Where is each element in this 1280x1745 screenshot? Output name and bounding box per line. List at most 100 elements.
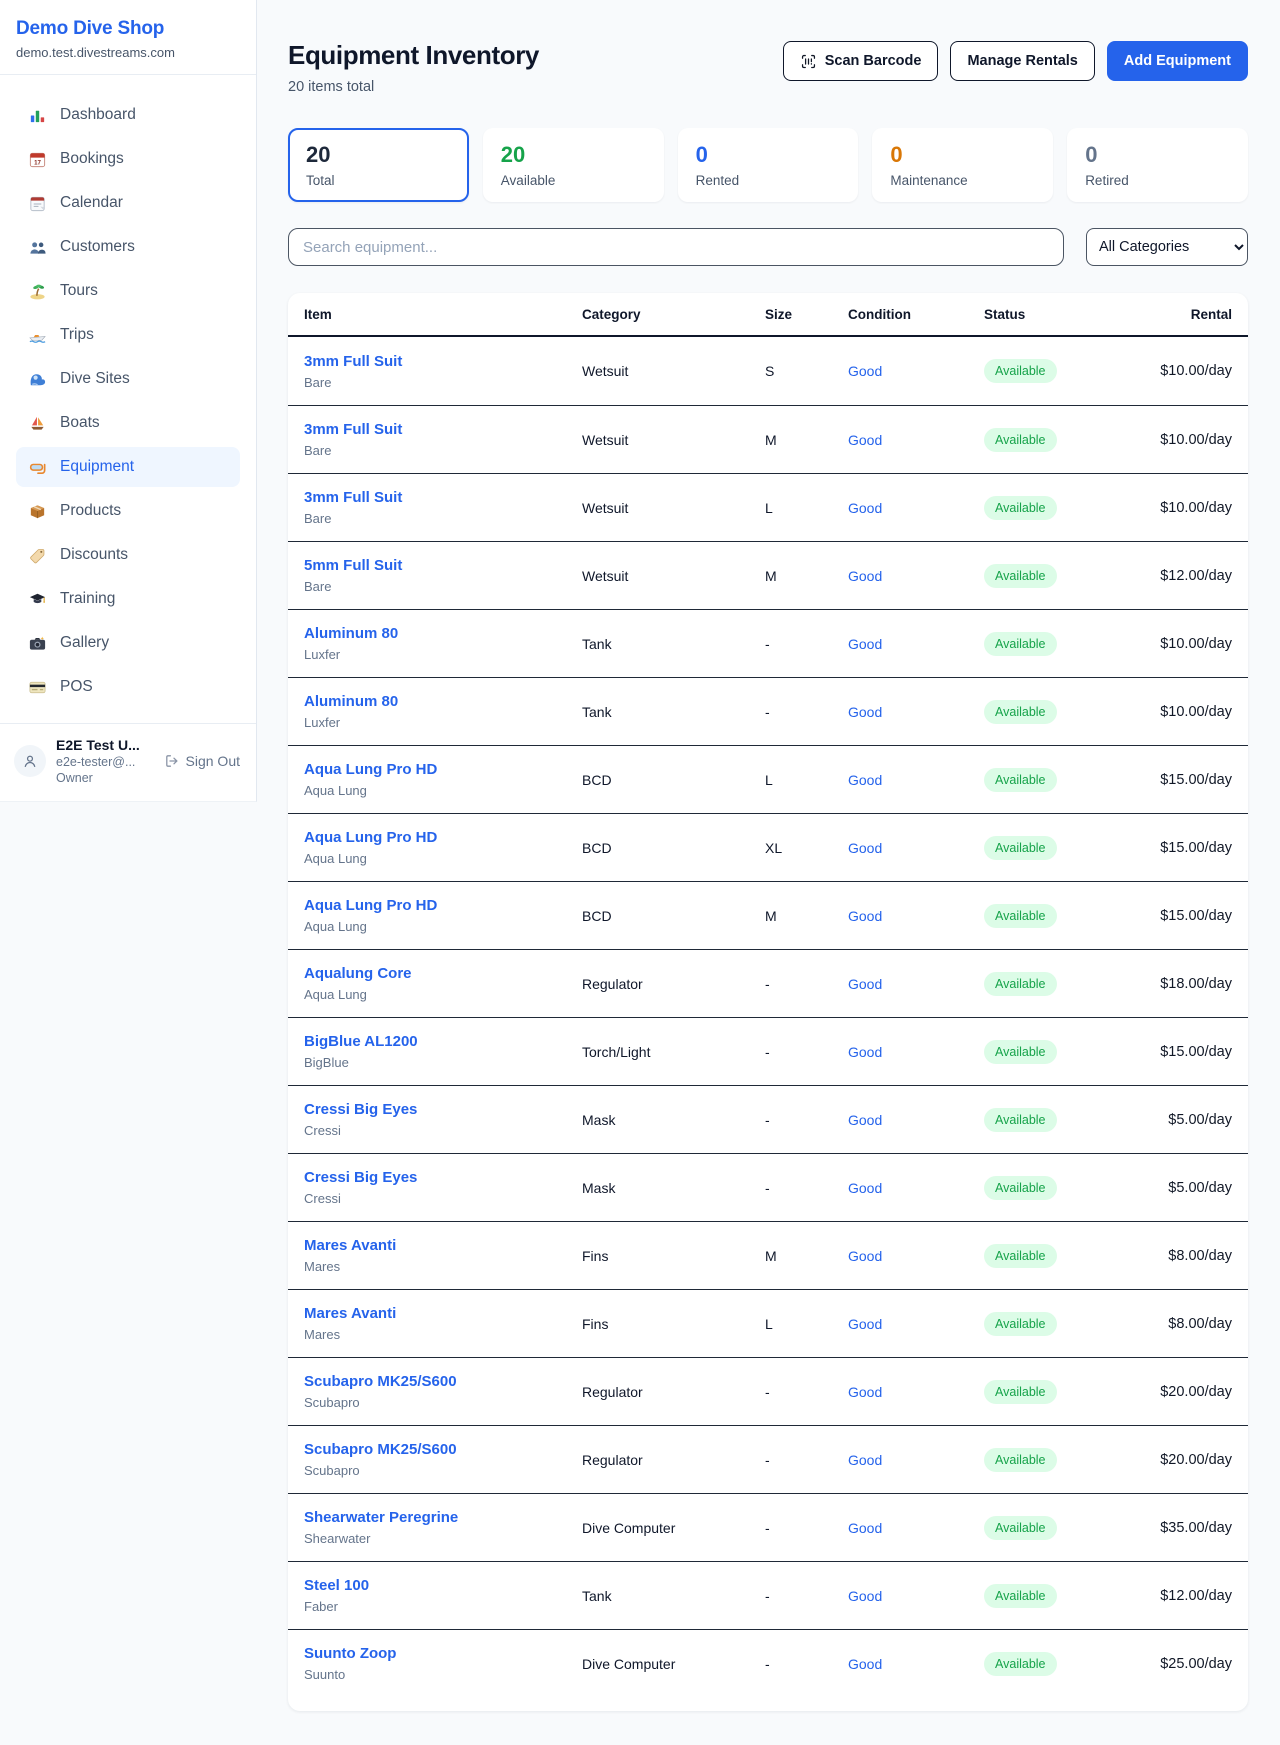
item-name-link[interactable]: Steel 100 — [304, 1577, 369, 1594]
sidebar-header: Demo Dive Shop demo.test.divestreams.com — [0, 0, 256, 75]
table-row: Aluminum 80 Luxfer Tank - Good Available… — [288, 609, 1248, 677]
item-brand: Mares — [304, 1327, 582, 1342]
sidebar-item-discounts[interactable]: Discounts — [16, 535, 240, 575]
table-row: Aqua Lung Pro HD Aqua Lung BCD M Good Av… — [288, 881, 1248, 949]
condition-link[interactable]: Good — [848, 1656, 984, 1672]
item-name-link[interactable]: Cressi Big Eyes — [304, 1169, 417, 1186]
condition-link[interactable]: Good — [848, 1384, 984, 1400]
condition-link[interactable]: Good — [848, 1180, 984, 1196]
condition-link[interactable]: Good — [848, 976, 984, 992]
condition-link[interactable]: Good — [848, 1452, 984, 1468]
stat-card-maintenance[interactable]: 0 Maintenance — [872, 128, 1053, 202]
sidebar-item-gallery[interactable]: Gallery — [16, 623, 240, 663]
status-badge: Available — [984, 496, 1057, 520]
sidebar-item-dashboard[interactable]: Dashboard — [16, 95, 240, 135]
item-category: Fins — [582, 1316, 765, 1332]
sidebar-item-label: Equipment — [60, 458, 134, 476]
item-name-link[interactable]: Scubapro MK25/S600 — [304, 1373, 457, 1390]
wave-icon — [28, 370, 47, 389]
condition-link[interactable]: Good — [848, 908, 984, 924]
item-brand: Bare — [304, 579, 582, 594]
condition-link[interactable]: Good — [848, 1588, 984, 1604]
package-icon — [28, 502, 47, 521]
stat-card-rented[interactable]: 0 Rented — [678, 128, 859, 202]
sign-out-button[interactable]: Sign Out — [162, 749, 242, 773]
stat-label: Retired — [1085, 173, 1230, 188]
condition-link[interactable]: Good — [848, 636, 984, 652]
item-category: Tank — [582, 636, 765, 652]
condition-link[interactable]: Good — [848, 568, 984, 584]
condition-link[interactable]: Good — [848, 1520, 984, 1536]
status-badge: Available — [984, 428, 1057, 452]
condition-link[interactable]: Good — [848, 500, 984, 516]
rental-rate: $10.00/day — [1134, 432, 1232, 448]
condition-link[interactable]: Good — [848, 363, 984, 379]
logout-icon — [164, 753, 180, 769]
item-name-link[interactable]: Aqua Lung Pro HD — [304, 829, 437, 846]
stat-card-available[interactable]: 20 Available — [483, 128, 664, 202]
palm-island-icon — [28, 282, 47, 301]
item-name-link[interactable]: Aqua Lung Pro HD — [304, 897, 437, 914]
item-name-link[interactable]: 3mm Full Suit — [304, 489, 402, 506]
item-name-link[interactable]: 5mm Full Suit — [304, 557, 402, 574]
item-name-link[interactable]: 3mm Full Suit — [304, 353, 402, 370]
table-row: Cressi Big Eyes Cressi Mask - Good Avail… — [288, 1153, 1248, 1221]
table-row: Mares Avanti Mares Fins L Good Available… — [288, 1289, 1248, 1357]
condition-link[interactable]: Good — [848, 1248, 984, 1264]
sidebar-item-boats[interactable]: Boats — [16, 403, 240, 443]
item-name-link[interactable]: Aqua Lung Pro HD — [304, 761, 437, 778]
item-brand: Luxfer — [304, 647, 582, 662]
bar-chart-icon — [28, 106, 47, 125]
sidebar-item-label: Training — [60, 590, 115, 608]
condition-link[interactable]: Good — [848, 1316, 984, 1332]
user-name: E2E Test U... — [56, 737, 152, 753]
item-name-link[interactable]: Scubapro MK25/S600 — [304, 1441, 457, 1458]
add-equipment-button[interactable]: Add Equipment — [1107, 41, 1248, 81]
sidebar-item-pos[interactable]: POS — [16, 667, 240, 707]
sidebar-item-training[interactable]: Training — [16, 579, 240, 619]
item-name-link[interactable]: Aluminum 80 — [304, 693, 398, 710]
item-name-link[interactable]: BigBlue AL1200 — [304, 1033, 418, 1050]
stat-value: 0 — [1085, 142, 1230, 168]
sidebar-item-trips[interactable]: Trips — [16, 315, 240, 355]
condition-link[interactable]: Good — [848, 772, 984, 788]
item-name-link[interactable]: Mares Avanti — [304, 1237, 396, 1254]
table-row: 3mm Full Suit Bare Wetsuit M Good Availa… — [288, 405, 1248, 473]
sidebar-item-dive-sites[interactable]: Dive Sites — [16, 359, 240, 399]
item-name-link[interactable]: 3mm Full Suit — [304, 421, 402, 438]
item-name-link[interactable]: Mares Avanti — [304, 1305, 396, 1322]
sidebar-item-label: Boats — [60, 414, 100, 432]
manage-rentals-button[interactable]: Manage Rentals — [950, 41, 1094, 81]
item-category: Wetsuit — [582, 432, 765, 448]
item-category: BCD — [582, 840, 765, 856]
item-name-link[interactable]: Cressi Big Eyes — [304, 1101, 417, 1118]
sidebar-item-customers[interactable]: Customers — [16, 227, 240, 267]
item-name-link[interactable]: Suunto Zoop — [304, 1645, 396, 1662]
sidebar-item-equipment[interactable]: Equipment — [16, 447, 240, 487]
sidebar-item-bookings[interactable]: 17 Bookings — [16, 139, 240, 179]
scan-barcode-button[interactable]: Scan Barcode — [783, 41, 939, 81]
item-category: Dive Computer — [582, 1520, 765, 1536]
condition-link[interactable]: Good — [848, 840, 984, 856]
user-meta: E2E Test U... e2e-tester@... Owner — [56, 737, 152, 785]
item-brand: Scubapro — [304, 1463, 582, 1478]
condition-link[interactable]: Good — [848, 1112, 984, 1128]
sidebar-item-tours[interactable]: Tours — [16, 271, 240, 311]
item-name-link[interactable]: Aluminum 80 — [304, 625, 398, 642]
condition-link[interactable]: Good — [848, 432, 984, 448]
items-total: 20 items total — [288, 79, 539, 95]
sidebar-item-calendar[interactable]: Calendar — [16, 183, 240, 223]
category-select[interactable]: All Categories — [1086, 228, 1248, 266]
condition-link[interactable]: Good — [848, 704, 984, 720]
condition-link[interactable]: Good — [848, 1044, 984, 1060]
stat-card-retired[interactable]: 0 Retired — [1067, 128, 1248, 202]
item-name-link[interactable]: Shearwater Peregrine — [304, 1509, 458, 1526]
stat-card-total[interactable]: 20 Total — [288, 128, 469, 202]
sidebar-item-label: Trips — [60, 326, 94, 344]
rental-rate: $15.00/day — [1134, 772, 1232, 788]
item-category: Dive Computer — [582, 1656, 765, 1672]
sidebar-item-products[interactable]: Products — [16, 491, 240, 531]
item-size: M — [765, 1248, 848, 1264]
item-name-link[interactable]: Aqualung Core — [304, 965, 412, 982]
search-input[interactable] — [288, 228, 1064, 266]
